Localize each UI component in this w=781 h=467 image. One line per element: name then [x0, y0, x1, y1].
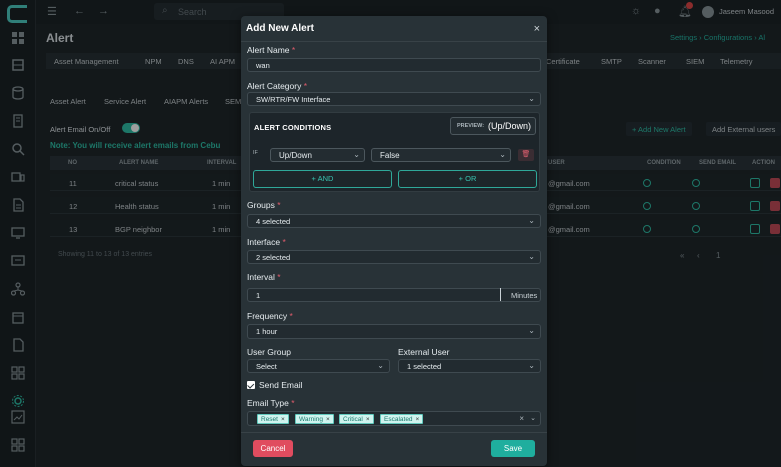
chevron-down-icon: ⌄: [528, 216, 535, 225]
add-alert-modal: Add New Alert × Alert Name * wan Alert C…: [241, 16, 547, 466]
clear-tags-icon[interactable]: ×: [519, 414, 524, 423]
groups-label: Groups *: [247, 200, 281, 210]
send-email-checkbox[interactable]: [247, 381, 255, 389]
email-type-tag: Reset ×: [257, 414, 289, 424]
cancel-button[interactable]: Cancel: [253, 440, 293, 457]
email-type-multiselect[interactable]: Reset × Warning × Critical × Escalated × × ⌄: [247, 411, 541, 426]
chevron-down-icon: ⌄: [530, 415, 536, 422]
interval-input[interactable]: 1: [247, 288, 541, 302]
remove-tag-icon[interactable]: ×: [326, 416, 330, 423]
chevron-down-icon: ⌄: [377, 361, 384, 370]
close-icon[interactable]: ×: [534, 23, 540, 35]
save-button[interactable]: Save: [491, 440, 535, 457]
modal-footer: [241, 432, 547, 433]
alert-name-label: Alert Name *: [247, 45, 296, 55]
chevron-down-icon: ⌄: [528, 94, 535, 103]
chevron-down-icon: ⌄: [353, 150, 360, 159]
frequency-label: Frequency *: [247, 311, 293, 321]
preview-label: PREVIEW:: [457, 123, 485, 129]
alert-category-select[interactable]: SW/RTR/FW Interface ⌄: [247, 92, 541, 106]
email-type-label: Email Type *: [247, 398, 295, 408]
delete-condition-icon[interactable]: 🗑︎: [518, 149, 534, 161]
condition-preview: PREVIEW: (Up/Down): [450, 117, 536, 135]
groups-value: 4 selected: [256, 217, 291, 226]
preview-value: (Up/Down): [488, 121, 532, 131]
chevron-down-icon: ⌄: [528, 252, 535, 261]
chevron-down-icon: ⌄: [528, 361, 535, 370]
add-or-button[interactable]: + OR: [398, 170, 537, 188]
if-label: IF: [253, 150, 258, 156]
interface-select[interactable]: 2 selected ⌄: [247, 250, 541, 264]
interface-value: 2 selected: [256, 253, 291, 262]
user-group-value: Select: [256, 362, 277, 371]
frequency-select[interactable]: 1 hour ⌄: [247, 324, 541, 339]
modal-title: Add New Alert: [246, 23, 314, 34]
external-user-select[interactable]: 1 selected ⌄: [398, 359, 541, 373]
alert-category-value: SW/RTR/FW Interface: [256, 95, 331, 104]
add-and-button[interactable]: + AND: [253, 170, 392, 188]
modal-header: Add New Alert ×: [241, 16, 547, 42]
user-group-label: User Group: [247, 347, 291, 357]
chevron-down-icon: ⌄: [528, 326, 535, 335]
alert-conditions-title: ALERT CONDITIONS: [254, 123, 332, 132]
interface-label: Interface *: [247, 237, 286, 247]
remove-tag-icon[interactable]: ×: [416, 416, 420, 423]
email-type-tag: Escalated ×: [380, 414, 424, 424]
send-email-label: Send Email: [259, 380, 303, 390]
interval-label: Interval *: [247, 272, 281, 282]
condition-field-value: Up/Down: [279, 151, 312, 160]
condition-operator-select[interactable]: False ⌄: [371, 148, 511, 162]
external-user-value: 1 selected: [407, 362, 442, 371]
condition-operator-value: False: [380, 151, 400, 160]
interval-unit-divider: [500, 288, 501, 301]
alert-name-input[interactable]: wan: [247, 58, 541, 72]
remove-tag-icon[interactable]: ×: [281, 416, 285, 423]
groups-select[interactable]: 4 selected ⌄: [247, 214, 541, 228]
condition-field-select[interactable]: Up/Down ⌄: [270, 148, 365, 162]
external-user-label: External User: [398, 347, 450, 357]
user-group-select[interactable]: Select ⌄: [247, 359, 390, 373]
frequency-value: 1 hour: [256, 327, 278, 336]
email-type-tag: Critical ×: [339, 414, 374, 424]
chevron-down-icon: ⌄: [499, 150, 506, 159]
interval-unit: Minutes: [511, 291, 538, 300]
alert-category-label: Alert Category *: [247, 81, 308, 91]
remove-tag-icon[interactable]: ×: [366, 416, 370, 423]
email-type-tag: Warning ×: [295, 414, 334, 424]
alert-conditions-panel: ALERT CONDITIONS PREVIEW: (Up/Down) IF U…: [249, 112, 540, 192]
